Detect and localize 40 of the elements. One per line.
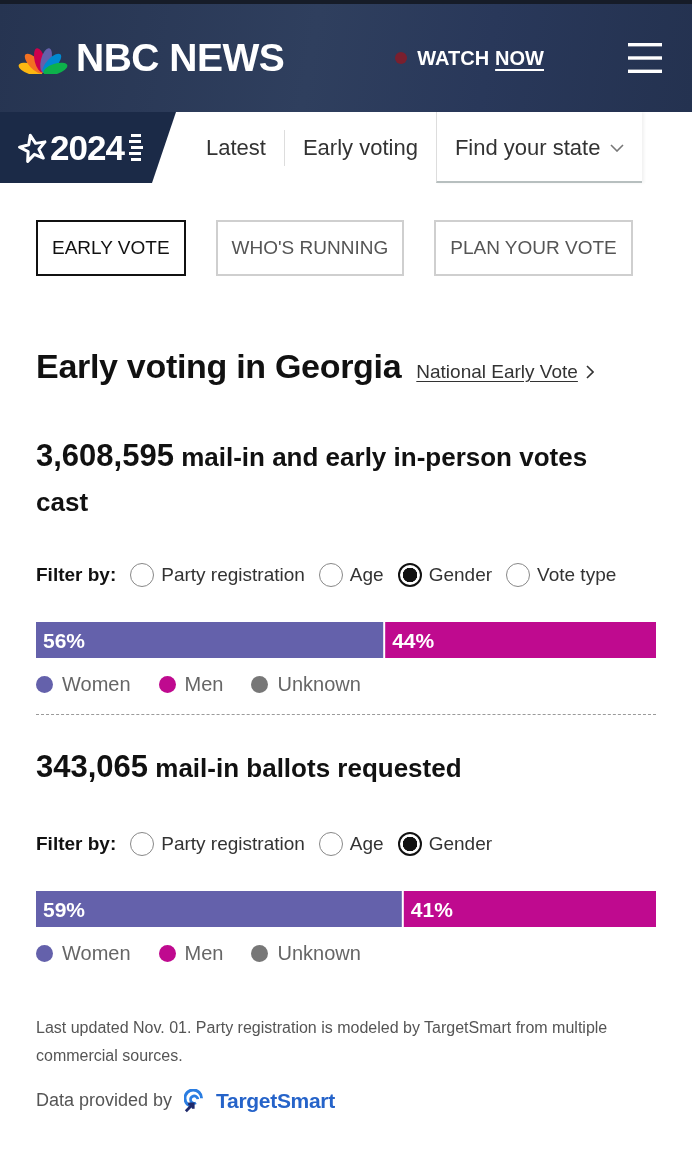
nav-link[interactable]: Early voting xyxy=(283,129,436,166)
footnote: Last updated Nov. 01. Party registration is modeled by TargetSmart from multiple commercial sources. xyxy=(36,1017,609,1066)
menu-icon[interactable] xyxy=(628,43,662,73)
vote-count-heading: 343,065 mail-in ballots requested xyxy=(36,747,463,786)
tab[interactable]: PLAN YOUR VOTE xyxy=(434,220,633,276)
filter-label: Filter by: xyxy=(36,832,117,855)
live-dot-icon xyxy=(395,52,408,64)
chevron-right-icon xyxy=(585,365,594,379)
filter-option[interactable]: Vote type xyxy=(506,562,617,587)
filter-label: Filter by: xyxy=(36,563,117,586)
filter-option[interactable]: Age xyxy=(318,562,384,587)
bar-value-label: 41% xyxy=(410,897,453,921)
tab[interactable]: EARLY VOTE xyxy=(36,220,186,276)
legend-label: Men xyxy=(184,672,224,696)
state-dropdown[interactable]: Find your state xyxy=(435,112,643,183)
brand-wordmark: TargetSmart xyxy=(216,1088,335,1113)
legend-label: Unknown xyxy=(277,672,361,696)
filter-option[interactable]: Party registration xyxy=(130,831,305,856)
tab[interactable]: WHO'S RUNNING xyxy=(215,220,405,276)
credit-label: Data provided by xyxy=(36,1090,173,1112)
legend-label: Women xyxy=(62,941,131,965)
national-early-vote-link[interactable]: National Early Vote xyxy=(416,361,594,383)
legend-label: Women xyxy=(62,672,131,696)
home-logo-link[interactable]: NBC NEWS xyxy=(18,37,285,77)
election-2024-badge[interactable]: 2024 xyxy=(0,112,176,183)
filter-option[interactable]: Party registration xyxy=(130,562,305,587)
bar-value-label: 44% xyxy=(392,628,435,652)
bar-value-label: 56% xyxy=(43,628,86,652)
stripes-icon xyxy=(128,132,143,163)
bar-value-label: 59% xyxy=(43,897,86,921)
filter-option[interactable]: Age xyxy=(318,831,384,856)
chevron-down-icon xyxy=(610,143,625,152)
legend-label: Unknown xyxy=(277,941,361,965)
filter-option[interactable]: Gender xyxy=(397,562,493,587)
nav-link[interactable]: Latest xyxy=(188,129,284,166)
page-title: Early voting in Georgia xyxy=(36,346,402,387)
filter-option[interactable]: Gender xyxy=(397,831,493,856)
legend-label: Men xyxy=(184,941,224,965)
watch-now-link[interactable]: WATCH NOW xyxy=(395,46,544,70)
vote-count-heading: 3,608,595 mail-in and early in-person votes cast xyxy=(36,436,589,519)
